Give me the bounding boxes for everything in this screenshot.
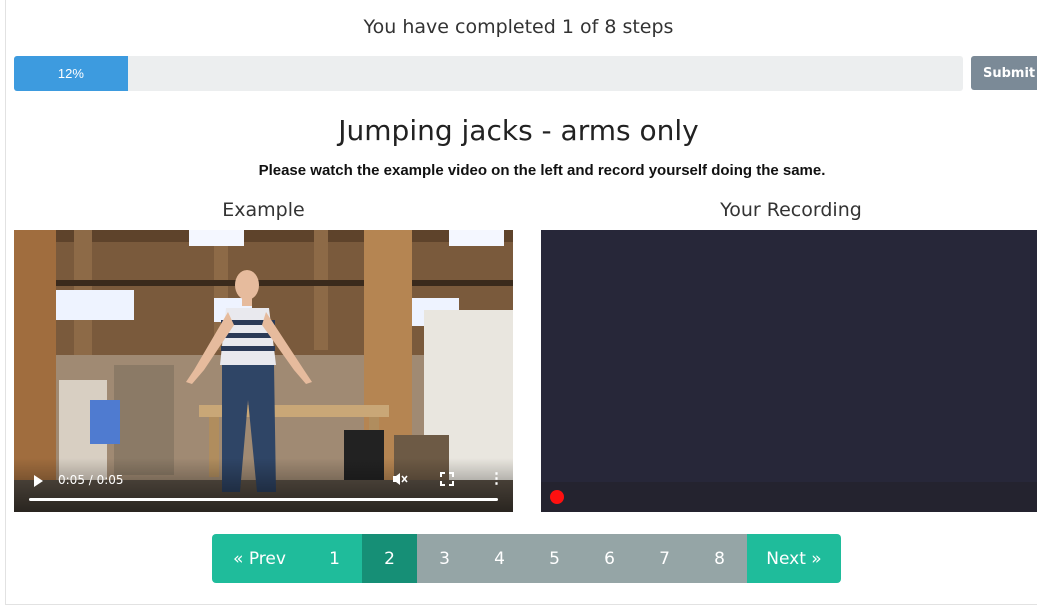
page-button-7[interactable]: 7 xyxy=(637,534,692,583)
page-button-8[interactable]: 8 xyxy=(692,534,747,583)
video-time: 0:05 / 0:05 xyxy=(58,473,124,487)
exercise-title: Jumping jacks - arms only xyxy=(338,114,699,147)
submit-button[interactable]: Submit xyxy=(971,56,1037,90)
video-controls: 0:05 / 0:05 ⋮ xyxy=(14,458,513,512)
recording-control-bar xyxy=(541,482,1037,512)
recording-heading: Your Recording xyxy=(720,199,862,221)
page-button-5[interactable]: 5 xyxy=(527,534,582,583)
record-indicator-icon[interactable] xyxy=(550,490,564,504)
page-button-3[interactable]: 3 xyxy=(417,534,472,583)
page-button-6[interactable]: 6 xyxy=(582,534,637,583)
progress-bar-fill: 12% xyxy=(14,56,128,91)
fullscreen-icon[interactable] xyxy=(440,472,454,491)
page-button-1[interactable]: 1 xyxy=(307,534,362,583)
step-pagination: « Prev 1 2 3 4 5 6 7 8 Next » xyxy=(212,534,841,583)
mute-icon[interactable] xyxy=(392,472,408,491)
steps-progress-title: You have completed 1 of 8 steps xyxy=(363,16,674,38)
next-page-button[interactable]: Next » xyxy=(747,534,841,583)
prev-page-button[interactable]: « Prev xyxy=(212,534,307,583)
progress-bar: 12% xyxy=(14,56,963,91)
more-vertical-icon[interactable]: ⋮ xyxy=(489,471,504,486)
example-heading: Example xyxy=(222,199,305,221)
example-video[interactable]: 0:05 / 0:05 ⋮ xyxy=(14,230,513,512)
exercise-instructions: Please watch the example video on the le… xyxy=(258,162,826,179)
video-seek-bar[interactable] xyxy=(29,498,498,501)
page-button-4[interactable]: 4 xyxy=(472,534,527,583)
play-icon[interactable] xyxy=(34,475,43,487)
recording-video[interactable] xyxy=(541,230,1037,512)
page-button-2[interactable]: 2 xyxy=(362,534,417,583)
